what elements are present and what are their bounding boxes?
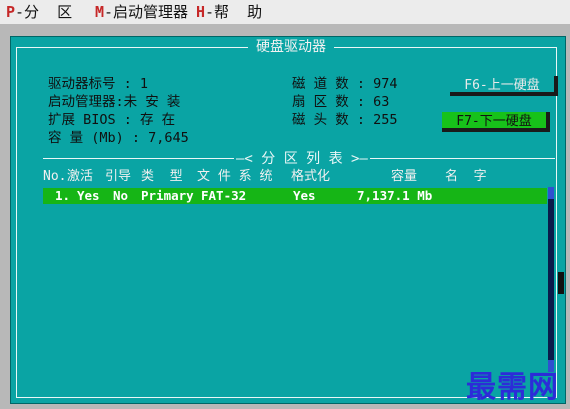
menu-partition-label: -分 区	[15, 3, 73, 21]
col-header-capacity: 容量	[391, 169, 418, 184]
info-sectors-label: 扇 区 数	[292, 94, 349, 110]
col-header-no: No.	[43, 169, 67, 184]
info-heads-value: 255	[373, 112, 398, 128]
col-header-name: 名 字	[445, 169, 487, 184]
scroll-up-arrow-icon[interactable]	[548, 187, 554, 199]
dialog-edge-handle	[558, 272, 564, 294]
menu-partition[interactable]: P-分 区	[6, 0, 72, 24]
info-drive-number-value: 1	[139, 76, 149, 92]
info-extended-bios-value: 存 在	[140, 112, 176, 128]
info-boot-manager-value: 未 安 装	[123, 94, 181, 110]
info-sectors: 扇 区 数 : 63	[292, 94, 390, 110]
info-heads-label: 磁 头 数	[292, 112, 349, 128]
info-capacity-value: 7,645	[148, 130, 189, 146]
partition-table: No. 激活 引导 类 型 文 件 系 统 格式化 容量 名 字 1. Yes …	[43, 158, 555, 373]
info-tracks-value: 974	[373, 76, 398, 92]
menu-bar: P-分 区 M-启动管理器 H-帮 助	[0, 0, 570, 24]
menu-boot-manager-hotkey: M	[95, 3, 105, 21]
col-header-filesystem: 文 件 系 统	[197, 169, 273, 184]
table-row[interactable]: 1. Yes No Primary FAT-32 Yes 7,137.1 Mb	[43, 188, 547, 204]
watermark: 最需网	[466, 370, 559, 405]
col-header-formatted: 格式化	[291, 169, 331, 184]
cell-boot: No	[113, 188, 129, 203]
cell-filesystem: FAT-32	[201, 188, 247, 203]
menu-help[interactable]: H-帮 助	[196, 0, 262, 24]
dialog-title: 硬盘驱动器	[248, 38, 334, 56]
info-tracks-label: 磁 道 数	[292, 76, 349, 92]
cell-no: 1.	[55, 188, 71, 203]
info-heads: 磁 头 数 : 255	[292, 112, 398, 128]
cell-type: Primary	[141, 188, 194, 203]
menu-help-hotkey: H	[196, 3, 206, 21]
menu-partition-hotkey: P	[6, 3, 16, 21]
info-extended-bios: 扩展 BIOS : 存 在	[48, 112, 176, 128]
info-drive-number-label: 驱动器标号	[48, 76, 116, 92]
cell-capacity: 7,137.1 Mb	[357, 188, 433, 203]
info-drive-number: 驱动器标号 : 1	[48, 76, 149, 92]
menu-help-label: -帮 助	[205, 3, 263, 21]
cell-formatted: Yes	[293, 188, 316, 203]
info-tracks: 磁 道 数 : 974	[292, 76, 398, 92]
col-header-boot: 引导	[105, 169, 132, 184]
info-extended-bios-label: 扩展 BIOS	[48, 112, 116, 128]
info-capacity-label: 容 量 (Mb)	[48, 130, 124, 146]
partition-table-header: No. 激活 引导 类 型 文 件 系 统 格式化 容量 名 字	[43, 169, 555, 185]
menu-boot-manager-label: -启动管理器	[104, 3, 189, 21]
info-sectors-value: 63	[373, 94, 390, 110]
info-capacity: 容 量 (Mb) : 7,645	[48, 130, 189, 146]
cell-active: Yes	[77, 188, 100, 203]
info-boot-manager: 启动管理器:未 安 装	[48, 94, 181, 110]
table-scrollbar[interactable]	[548, 187, 554, 372]
hard-disk-dialog: 硬盘驱动器 驱动器标号 : 1 启动管理器:未 安 装 扩展 BIOS : 存 …	[10, 36, 566, 404]
menu-boot-manager[interactable]: M-启动管理器	[95, 0, 188, 24]
col-header-active: 激活	[67, 169, 94, 184]
prev-disk-button[interactable]: F6-上一硬盘	[450, 76, 558, 96]
info-boot-manager-label: 启动管理器	[48, 94, 116, 110]
col-header-type: 类 型	[141, 169, 183, 184]
next-disk-button[interactable]: F7-下一硬盘	[442, 112, 550, 132]
partition-table-title: —< 分 区 列 表 >—	[234, 151, 370, 167]
